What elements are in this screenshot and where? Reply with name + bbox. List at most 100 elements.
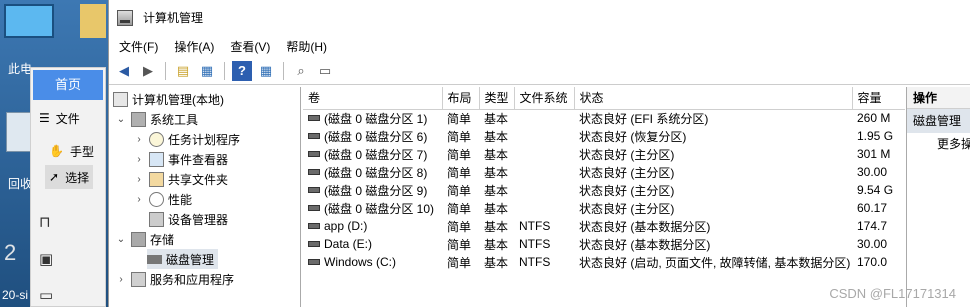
- cell-filesystem: [514, 163, 574, 181]
- toolbar-separator: [283, 61, 284, 80]
- properties-icon[interactable]: ▭: [315, 61, 335, 81]
- tree-item-services[interactable]: › 服务和应用程序: [115, 269, 234, 289]
- cell-capacity: 30.00: [857, 165, 888, 179]
- folder-icon[interactable]: [80, 4, 106, 38]
- cell-type: 基本: [484, 129, 509, 144]
- cell-status: 状态良好 (主分区): [579, 183, 675, 198]
- cell-filesystem: [514, 199, 574, 217]
- cell-status: 状态良好 (主分区): [579, 201, 675, 216]
- table-row[interactable]: Windows (C:) 简单 基本 NTFS 状态良好 (启动, 页面文件, 故障转储…: [303, 253, 905, 271]
- column-header-volume[interactable]: 卷: [303, 87, 443, 110]
- cell-capacity: 174.7: [857, 219, 888, 233]
- chevron-right-icon[interactable]: ›: [133, 174, 145, 185]
- table-row[interactable]: (磁盘 0 磁盘分区 8) 简单 基本 状态良好 (主分区) 30.00: [303, 163, 905, 181]
- tree-item-disk-management[interactable]: 磁盘管理: [147, 249, 219, 269]
- chevron-right-icon[interactable]: ›: [115, 274, 127, 285]
- menu-action[interactable]: 操作(A): [174, 38, 214, 55]
- cell-status: 状态良好 (恢复分区): [579, 129, 687, 144]
- actions-section-disk-management[interactable]: 磁盘管理: [907, 109, 970, 133]
- cell-status: 状态良好 (主分区): [579, 147, 675, 162]
- view-panel-icon[interactable]: ▦: [256, 61, 276, 81]
- cell-volume: Windows (C:): [303, 253, 442, 271]
- cell-filesystem: [514, 109, 574, 127]
- table-row[interactable]: Data (E:) 简单 基本 NTFS 状态良好 (基本数据分区) 30.00: [303, 235, 905, 253]
- chevron-down-icon[interactable]: ⌄: [115, 114, 127, 125]
- home-button[interactable]: 首页: [33, 70, 103, 100]
- tree-item-performance[interactable]: › 性能: [133, 189, 192, 209]
- connect-icon[interactable]: ⌕: [291, 61, 311, 81]
- volume-icon: [308, 115, 320, 122]
- tree-item-device-manager[interactable]: 设备管理器: [149, 209, 228, 229]
- volume-name: (磁盘 0 磁盘分区 8): [324, 165, 428, 180]
- cell-type: 基本: [484, 147, 509, 162]
- cell-type: 基本: [484, 237, 509, 252]
- comment-icon[interactable]: ▭: [39, 286, 59, 306]
- cell-type: 基本: [484, 111, 509, 126]
- shared-folder-icon: [149, 171, 164, 187]
- volume-name: (磁盘 0 磁盘分区 9): [324, 183, 428, 198]
- file-menu-button[interactable]: ☰ 文件: [39, 106, 80, 130]
- up-folder-icon[interactable]: ▤: [173, 61, 193, 81]
- cell-volume: (磁盘 0 磁盘分区 7): [303, 145, 442, 163]
- tree-label: 设备管理器: [168, 212, 229, 227]
- cell-type: 基本: [484, 201, 509, 216]
- bookmark-icon[interactable]: ⊓: [39, 213, 59, 233]
- toolbar-separator: [224, 61, 225, 80]
- column-header-layout[interactable]: 布局: [442, 87, 480, 110]
- image-icon[interactable]: ▣: [39, 250, 59, 270]
- table-row[interactable]: (磁盘 0 磁盘分区 1) 简单 基本 状态良好 (EFI 系统分区) 260 M: [303, 109, 905, 127]
- tree-label: 性能: [168, 192, 193, 207]
- volume-icon: [308, 169, 320, 175]
- computer-management-window: 计算机管理 文件(F) 操作(A) 查看(V) 帮助(H) ◀ ▶ ▤ ▦ ? …: [108, 0, 970, 307]
- chevron-right-icon[interactable]: ›: [133, 154, 145, 165]
- menu-file[interactable]: 文件(F): [119, 38, 158, 55]
- hand-tool-button[interactable]: ✋ 手型: [49, 139, 94, 163]
- disk-icon: [147, 254, 162, 264]
- volume-icon: [308, 259, 320, 265]
- tree-label: 磁盘管理: [166, 252, 215, 267]
- table-row[interactable]: (磁盘 0 磁盘分区 9) 简单 基本 状态良好 (主分区) 9.54 G: [303, 181, 905, 199]
- column-header-capacity[interactable]: 容量: [852, 87, 905, 110]
- tree-item-system-tools[interactable]: ⌄ 系统工具: [115, 109, 198, 129]
- more-actions-link[interactable]: 更多操: [907, 133, 970, 155]
- help-icon[interactable]: ?: [232, 60, 252, 81]
- recycle-bin-label: 回收: [8, 177, 33, 191]
- cell-capacity: 301 M: [857, 147, 891, 161]
- chevron-down-icon[interactable]: ⌄: [115, 234, 127, 245]
- cell-layout: 简单: [447, 165, 472, 180]
- back-arrow-icon[interactable]: ◀: [114, 61, 134, 81]
- menu-help[interactable]: 帮助(H): [286, 38, 327, 55]
- this-pc-icon[interactable]: [4, 4, 54, 38]
- tree-item-shared-folders[interactable]: › 共享文件夹: [133, 169, 228, 189]
- table-row[interactable]: (磁盘 0 磁盘分区 10) 简单 基本 状态良好 (主分区) 60.17: [303, 199, 905, 217]
- tree-item-event-viewer[interactable]: › 事件查看器: [133, 149, 228, 169]
- cell-filesystem: [514, 181, 574, 199]
- show-hide-tree-icon[interactable]: ▦: [197, 61, 217, 81]
- tree-item-task-scheduler[interactable]: › 任务计划程序: [133, 129, 240, 149]
- column-header-status[interactable]: 状态: [574, 87, 853, 110]
- table-row[interactable]: app (D:) 简单 基本 NTFS 状态良好 (基本数据分区) 174.7: [303, 217, 905, 235]
- chevron-right-icon[interactable]: ›: [133, 194, 145, 205]
- tree-label: 系统工具: [150, 112, 199, 127]
- console-tree: 计算机管理(本地) ⌄ 系统工具 › 任务计划程序 › 事件查看器 › 共享文件…: [109, 87, 301, 307]
- column-header-filesystem[interactable]: 文件系统: [514, 87, 575, 110]
- table-row[interactable]: (磁盘 0 磁盘分区 6) 简单 基本 状态良好 (恢复分区) 1.95 G: [303, 127, 905, 145]
- title-bar[interactable]: 计算机管理: [109, 0, 970, 35]
- cell-status: 状态良好 (基本数据分区): [579, 237, 711, 252]
- menu-view[interactable]: 查看(V): [230, 38, 270, 55]
- chevron-right-icon[interactable]: ›: [133, 134, 145, 145]
- tree-item-storage[interactable]: ⌄ 存储: [115, 229, 174, 249]
- column-header-type[interactable]: 类型: [479, 87, 515, 110]
- cell-capacity: 170.0: [857, 255, 888, 269]
- select-tool-button[interactable]: ➚ 选择: [45, 165, 94, 189]
- forward-arrow-icon[interactable]: ▶: [138, 61, 158, 81]
- cell-volume: (磁盘 0 磁盘分区 8): [303, 163, 442, 181]
- toolbar: ◀ ▶ ▤ ▦ ? ▦ ⌕ ▭: [109, 57, 970, 85]
- cell-volume: (磁盘 0 磁盘分区 1): [303, 109, 442, 127]
- cell-filesystem: NTFS: [519, 255, 551, 269]
- volume-icon: [308, 187, 320, 193]
- cursor-icon: ➚: [49, 170, 60, 184]
- app-badge-text: 2: [4, 240, 17, 265]
- tree-root[interactable]: 计算机管理(本地): [113, 89, 224, 109]
- table-row[interactable]: (磁盘 0 磁盘分区 7) 简单 基本 状态良好 (主分区) 301 M: [303, 145, 905, 163]
